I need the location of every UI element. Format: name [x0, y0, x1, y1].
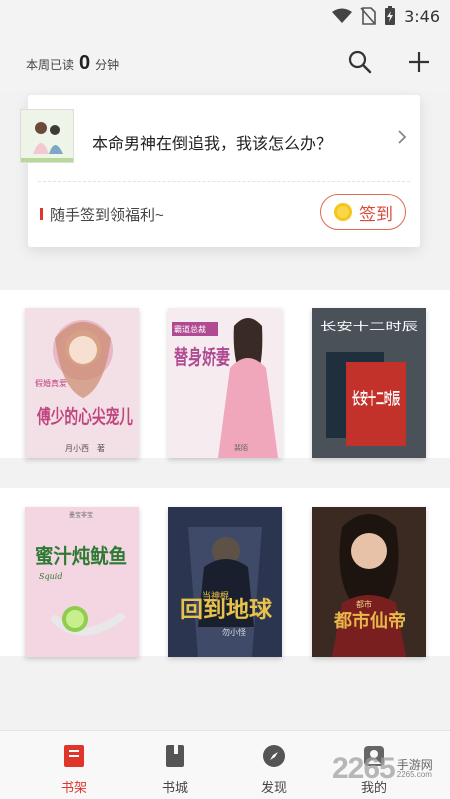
bookshelf-icon [64, 745, 84, 767]
week-read-minutes: 0 [79, 52, 91, 74]
status-bar: 3:46 [0, 0, 450, 32]
book-cover[interactable]: 都市仙帝 都市 [312, 507, 426, 657]
chevron-right-icon [398, 130, 407, 144]
search-icon[interactable] [346, 48, 374, 76]
nav-item-discover[interactable]: 发现 [244, 743, 304, 796]
book-subtitle: 长安十二时辰 [320, 319, 418, 333]
add-icon[interactable] [405, 48, 433, 76]
recommendation-title: 本命男神在倒追我，我该怎么办？ [92, 136, 333, 153]
book-subtitle: 都市 [356, 599, 372, 609]
book-author: 月小西 [65, 444, 89, 453]
book-subtitle: Squid [39, 572, 62, 581]
week-read-suffix: 分钟 [95, 58, 120, 72]
week-read-prefix: 本周已读 [26, 58, 75, 72]
weekly-reading-stat: 本周已读 0 分钟 [26, 52, 119, 75]
signin-marker [40, 208, 43, 220]
book-author: 勿小怪 [222, 627, 246, 637]
book-cover[interactable]: 回到地球 当神棍 勿小怪 [168, 507, 282, 657]
profile-icon [364, 746, 384, 766]
recommendation-cover [20, 109, 74, 163]
nav-label-discover: 发现 [260, 780, 287, 795]
bookstore-icon [166, 745, 184, 767]
nav-label-profile: 我的 [360, 780, 387, 795]
book-author: 墨宝非宝 [69, 511, 93, 519]
signin-button-label: 签到 [359, 204, 393, 224]
book-author-suffix: 著 [97, 443, 105, 453]
recommendation-row[interactable]: 本命男神在倒追我，我该怎么办？ [20, 95, 420, 181]
book-title: 蜜汁炖鱿鱼 [35, 544, 127, 568]
recommendation-card: 本命男神在倒追我，我该怎么办？ 随手签到领福利~ 签到 [20, 95, 420, 247]
book-author: 裴陌 [234, 443, 248, 452]
bottom-nav: 书架 书城 发现 我的 [0, 730, 450, 799]
book-subtitle: 霸道总裁 [174, 324, 206, 334]
book-cover[interactable]: 假婚真爱 傅少的心尖宠儿 月小西 著 [25, 308, 139, 458]
compass-icon [263, 745, 285, 767]
nav-label-bookshelf: 书架 [60, 780, 87, 795]
battery-charging-icon [385, 6, 396, 25]
book-subtitle: 当神棍 [202, 590, 229, 602]
nav-item-profile[interactable]: 我的 [344, 743, 404, 796]
coin-icon [334, 203, 352, 221]
wifi-icon [332, 8, 353, 23]
signin-row: 随手签到领福利~ 签到 [28, 182, 420, 247]
nav-item-bookshelf[interactable]: 书架 [44, 743, 104, 796]
header: 本周已读 0 分钟 [0, 32, 450, 92]
nav-label-bookstore: 书城 [161, 780, 188, 795]
nav-item-bookstore[interactable]: 书城 [145, 743, 205, 796]
no-sim-icon [360, 7, 376, 25]
book-subtitle: 假婚真爱 [35, 378, 67, 388]
signin-text: 随手签到领福利~ [50, 207, 164, 224]
status-time: 3:46 [404, 6, 440, 26]
book-cover[interactable]: 长安十二时辰 长安十二时辰 [312, 308, 426, 458]
book-title: 长安十二时辰 [352, 389, 400, 408]
signin-button[interactable]: 签到 [320, 194, 406, 230]
book-title: 傅少的心尖宠儿 [36, 405, 133, 428]
book-title: 都市仙帝 [333, 610, 406, 632]
book-cover[interactable]: 霸道总裁 替身娇妻 裴陌 [168, 308, 282, 458]
book-cover[interactable]: 蜜汁炖鱿鱼 Squid 墨宝非宝 [25, 507, 139, 657]
book-title: 替身娇妻 [174, 345, 230, 369]
